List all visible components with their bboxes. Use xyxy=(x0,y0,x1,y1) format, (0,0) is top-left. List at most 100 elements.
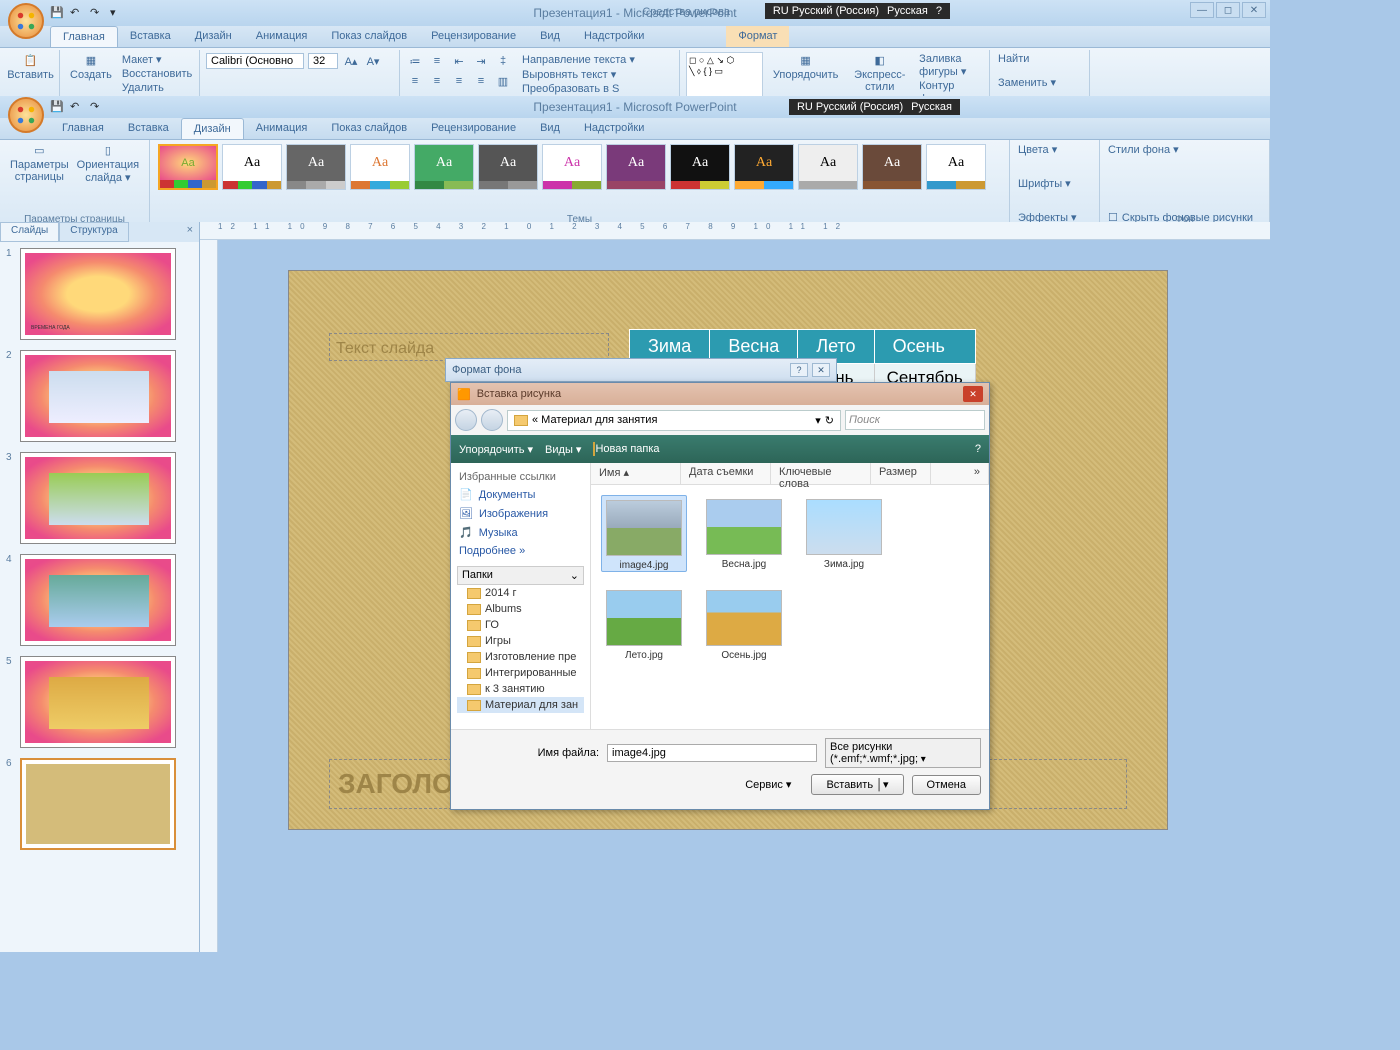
folder-item[interactable]: Материал для зан xyxy=(457,697,584,713)
align-center-button[interactable]: ≡ xyxy=(428,72,446,90)
tab-format[interactable]: Формат xyxy=(726,26,789,47)
maximize-button[interactable]: ◻ xyxy=(1216,2,1240,18)
more-link[interactable]: Подробнее » xyxy=(457,542,584,560)
save-icon-2[interactable]: 💾 xyxy=(50,100,64,114)
slide-thumb-6[interactable]: 6 xyxy=(6,758,193,850)
shapes-gallery[interactable]: ◻ ○ △ ↘ ⬡╲ ⬨ { } ▭ xyxy=(686,52,763,98)
file-leto[interactable]: Лето.jpg xyxy=(601,586,687,661)
theme-item[interactable]: Aa xyxy=(286,144,346,190)
service-button[interactable]: Сервис ▾ xyxy=(745,778,791,791)
tab-design[interactable]: Дизайн xyxy=(183,26,244,47)
layout-button[interactable]: Макет ▾ xyxy=(120,52,194,67)
reset-button[interactable]: Восстановить xyxy=(120,67,194,81)
line-spacing-button[interactable]: ‡ xyxy=(494,52,512,70)
indent-dec-button[interactable]: ⇤ xyxy=(450,52,468,70)
bullets-button[interactable]: ≔ xyxy=(406,52,424,70)
tab-animation[interactable]: Анимация xyxy=(244,26,320,47)
pane-close-button[interactable]: × xyxy=(181,222,199,242)
undo-icon[interactable]: ↶ xyxy=(70,6,84,20)
text-placeholder[interactable]: Текст слайда xyxy=(329,333,609,361)
tab2-home[interactable]: Главная xyxy=(50,118,116,139)
theme-item[interactable]: Aa xyxy=(862,144,922,190)
theme-item[interactable]: Aa xyxy=(670,144,730,190)
slides-tab[interactable]: Слайды xyxy=(0,222,59,242)
grow-font-icon[interactable]: A▴ xyxy=(342,52,360,70)
search-input[interactable]: Поиск xyxy=(845,410,985,430)
tab2-animation[interactable]: Анимация xyxy=(244,118,320,139)
shrink-font-icon[interactable]: A▾ xyxy=(364,52,382,70)
redo-icon[interactable]: ↷ xyxy=(90,6,104,20)
file-osen[interactable]: Осень.jpg xyxy=(701,586,787,661)
tab2-addins[interactable]: Надстройки xyxy=(572,118,656,139)
columns-button[interactable]: ▥ xyxy=(494,72,512,90)
theme-fonts-button[interactable]: Шрифты ▾ xyxy=(1016,176,1093,191)
theme-item[interactable]: Aa xyxy=(798,144,858,190)
folder-item[interactable]: ГО xyxy=(457,617,584,633)
col-more[interactable]: » xyxy=(931,463,989,484)
close-button[interactable]: ✕ xyxy=(1242,2,1266,18)
fav-pictures[interactable]: 🖼Изображения xyxy=(457,504,584,523)
tab-home[interactable]: Главная xyxy=(50,26,118,47)
organize-button[interactable]: Упорядочить ▾ xyxy=(459,443,533,456)
help-icon[interactable]: ? xyxy=(936,5,942,17)
tab2-view[interactable]: Вид xyxy=(528,118,572,139)
insert-button[interactable]: Вставить │▾ xyxy=(811,774,903,795)
filename-input[interactable] xyxy=(607,744,817,762)
find-button[interactable]: Найти xyxy=(996,52,1083,66)
align-right-button[interactable]: ≡ xyxy=(450,72,468,90)
theme-item[interactable]: Aa xyxy=(350,144,410,190)
indent-inc-button[interactable]: ⇥ xyxy=(472,52,490,70)
nav-back-button[interactable] xyxy=(455,409,477,431)
save-icon[interactable]: 💾 xyxy=(50,6,64,20)
page-setup-button[interactable]: ▭Параметры страницы xyxy=(6,142,73,186)
minimize-button[interactable]: — xyxy=(1190,2,1214,18)
slide-thumb-1[interactable]: 1ВРЕМЕНА ГОДА xyxy=(6,248,193,340)
themes-gallery[interactable]: Aa Aa Aa Aa Aa Aa Aa Aa Aa Aa Aa Aa Aa xyxy=(156,142,1003,192)
folder-item[interactable]: Изготовление пре xyxy=(457,649,584,665)
theme-item[interactable]: Aa xyxy=(606,144,666,190)
tab-slideshow[interactable]: Показ слайдов xyxy=(319,26,419,47)
theme-current[interactable]: Aa xyxy=(158,144,218,190)
file-dialog-close-button[interactable]: ✕ xyxy=(963,386,983,402)
folder-item[interactable]: Albums xyxy=(457,601,584,617)
qat-dropdown-icon[interactable]: ▾ xyxy=(110,6,124,20)
theme-colors-button[interactable]: Цвета ▾ xyxy=(1016,142,1093,157)
fav-music[interactable]: 🎵Музыка xyxy=(457,523,584,542)
views-button[interactable]: Виды ▾ xyxy=(545,443,581,456)
slide-thumb-4[interactable]: 4 xyxy=(6,554,193,646)
justify-button[interactable]: ≡ xyxy=(472,72,490,90)
folder-item[interactable]: к 3 занятию xyxy=(457,681,584,697)
new-slide-button[interactable]: ▦Создать xyxy=(66,52,116,95)
folder-item[interactable]: Интегрированные xyxy=(457,665,584,681)
paste-button[interactable]: 📋Вставить xyxy=(8,52,53,83)
numbering-button[interactable]: ≡ xyxy=(428,52,446,70)
font-name-combo[interactable]: Calibri (Основно xyxy=(206,53,304,69)
table-header[interactable]: Осень xyxy=(874,330,975,364)
background-styles-button[interactable]: Стили фона ▾ xyxy=(1106,142,1263,157)
office-button[interactable] xyxy=(8,3,44,39)
nav-forward-button[interactable] xyxy=(481,409,503,431)
folder-item[interactable]: Игры xyxy=(457,633,584,649)
theme-item[interactable]: Aa xyxy=(414,144,474,190)
outline-tab[interactable]: Структура xyxy=(59,222,128,242)
file-thumbnails[interactable]: image4.jpg Весна.jpg Зима.jpg Лето.jpg О… xyxy=(591,485,989,729)
theme-item[interactable]: Aa xyxy=(222,144,282,190)
convert-smartart-button[interactable]: Преобразовать в S xyxy=(520,82,637,96)
breadcrumb[interactable]: « Материал для занятия▾↻ xyxy=(507,410,841,431)
font-size-combo[interactable]: 32 xyxy=(308,53,338,69)
theme-item[interactable]: Aa xyxy=(478,144,538,190)
theme-item[interactable]: Aa xyxy=(542,144,602,190)
tab2-design[interactable]: Дизайн xyxy=(181,118,244,139)
refresh-icon[interactable]: ↻ xyxy=(825,414,834,427)
cancel-button[interactable]: Отмена xyxy=(912,775,981,795)
text-direction-button[interactable]: Направление текста ▾ xyxy=(520,52,637,67)
col-name[interactable]: Имя ▴ xyxy=(591,463,681,484)
tab2-review[interactable]: Рецензирование xyxy=(419,118,528,139)
slide-thumb-3[interactable]: 3 xyxy=(6,452,193,544)
help-icon[interactable]: ? xyxy=(975,443,981,455)
dialog-close-icon[interactable]: ✕ xyxy=(812,363,830,377)
theme-item[interactable]: Aa xyxy=(734,144,794,190)
slide-thumb-2[interactable]: 2 xyxy=(6,350,193,442)
office-button-2[interactable] xyxy=(8,97,44,133)
folder-item[interactable]: 2014 г xyxy=(457,585,584,601)
